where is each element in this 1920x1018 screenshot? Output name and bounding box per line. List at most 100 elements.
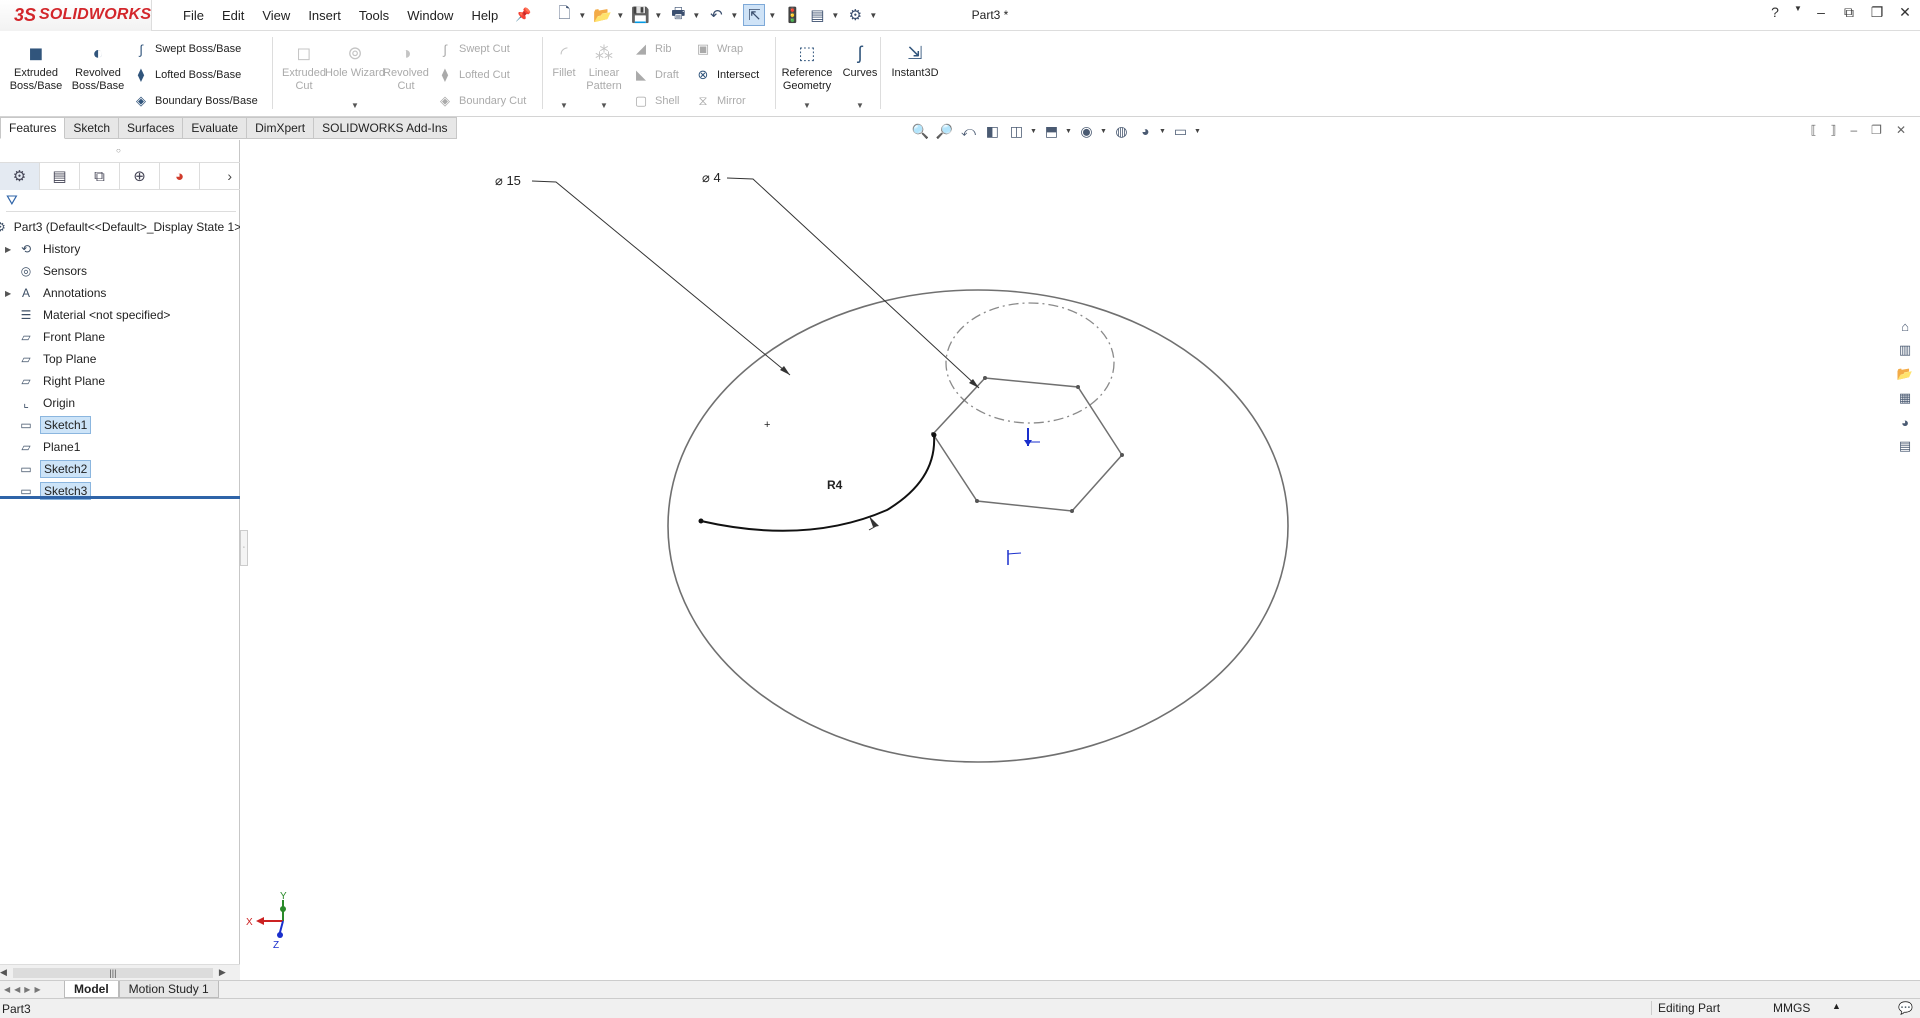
reference-geometry-button[interactable]: ⬚ Reference Geometry bbox=[776, 41, 838, 93]
instant3d-button[interactable]: ⇲ Instant3D bbox=[884, 41, 946, 80]
display-style-icon[interactable]: ◉ bbox=[1076, 121, 1097, 141]
hexagon-vertex[interactable] bbox=[983, 376, 987, 380]
rib-button[interactable]: ◢ Rib bbox=[632, 39, 672, 59]
undo-icon[interactable]: ↶ bbox=[705, 4, 727, 26]
hexagon-vertex[interactable] bbox=[1070, 509, 1074, 513]
tree-item-plane1[interactable]: ▱ Plane1 bbox=[0, 436, 240, 458]
lofted-cut-button[interactable]: ⧫ Lofted Cut bbox=[436, 65, 510, 85]
menu-window[interactable]: Window bbox=[398, 0, 462, 31]
viewport-back-icon[interactable]: ⟦ bbox=[1811, 123, 1817, 137]
rollback-bar[interactable] bbox=[0, 496, 240, 499]
expand-arrow-icon[interactable]: ▶ bbox=[5, 245, 17, 254]
solidworks-resources-icon[interactable]: ⌂ bbox=[1894, 316, 1916, 336]
shell-button[interactable]: ▢ Shell bbox=[632, 91, 680, 111]
open-dropdown-icon[interactable]: ▼ bbox=[616, 11, 626, 20]
swept-boss-button[interactable]: ∫ Swept Boss/Base bbox=[132, 39, 241, 59]
tree-item-top-plane[interactable]: ▱ Top Plane bbox=[0, 348, 240, 370]
tree-filter-icon[interactable]: ⛛ bbox=[6, 192, 236, 212]
file-explorer-icon[interactable]: 📂 bbox=[1894, 364, 1916, 384]
tile-icon[interactable]: ⧉ bbox=[1840, 4, 1858, 21]
edit-appearance-icon[interactable]: ◕ bbox=[1135, 121, 1156, 141]
select-cursor-icon[interactable]: ⇱ bbox=[743, 4, 766, 26]
pattern-dropdown-icon[interactable]: ▼ bbox=[600, 101, 608, 110]
file-properties-dropdown-icon[interactable]: ▼ bbox=[831, 11, 841, 20]
menu-insert[interactable]: Insert bbox=[299, 0, 350, 31]
scroll-thumb[interactable]: ||| bbox=[12, 967, 213, 978]
revolved-cut-button[interactable]: ◑ Revolved Cut bbox=[376, 41, 436, 93]
units-dropdown-icon[interactable]: ▲ bbox=[1832, 1001, 1841, 1011]
hexagon-vertex[interactable] bbox=[1076, 385, 1080, 389]
status-chat-icon[interactable]: 💬 bbox=[1898, 1001, 1913, 1015]
tab-dimxpert[interactable]: DimXpert bbox=[247, 117, 315, 139]
close-icon[interactable]: ✕ bbox=[1896, 4, 1914, 21]
options-dropdown-icon[interactable]: ▼ bbox=[869, 11, 879, 20]
wrap-button[interactable]: ▣ Wrap bbox=[694, 39, 743, 59]
print-dropdown-icon[interactable]: ▼ bbox=[692, 11, 702, 20]
boundary-boss-button[interactable]: ◈ Boundary Boss/Base bbox=[132, 91, 258, 111]
select-dropdown-icon[interactable]: ▼ bbox=[768, 11, 778, 20]
tree-item-front-plane[interactable]: ▱ Front Plane bbox=[0, 326, 240, 348]
options-gear-icon[interactable]: ⚙ bbox=[844, 4, 866, 26]
scroll-right-icon[interactable]: ▶ bbox=[219, 967, 226, 978]
section-view-icon[interactable]: ◧ bbox=[982, 121, 1003, 141]
zoom-to-area-icon[interactable]: 🔎 bbox=[934, 121, 955, 141]
linear-pattern-button[interactable]: ⁂ Linear Pattern bbox=[574, 41, 634, 93]
curves-button[interactable]: ʃ Curves bbox=[830, 41, 890, 80]
sketch-canvas[interactable]: ⌀ 15 ⌀ 4 R4 + Y X Z bbox=[242, 140, 1920, 980]
viewport-restore-icon[interactable]: ❐ bbox=[1871, 123, 1882, 137]
file-properties-icon[interactable]: ▤ bbox=[806, 4, 828, 26]
view-orientation-dropdown-icon[interactable]: ▼ bbox=[1065, 128, 1073, 135]
tab-features[interactable]: Features bbox=[0, 117, 66, 139]
undo-dropdown-icon[interactable]: ▼ bbox=[730, 11, 740, 20]
scene-dropdown-icon[interactable]: ▼ bbox=[1194, 128, 1202, 135]
revolved-boss-button[interactable]: ◐ Revolved Boss/Base bbox=[68, 41, 128, 93]
appearances-icon[interactable]: ◕ bbox=[1894, 412, 1916, 432]
graphics-area[interactable]: ⌀ 15 ⌀ 4 R4 + Y X Z ⌂ ▥ 📂 ▦ ◕ ▤ bbox=[242, 140, 1920, 980]
view-orientation-icon[interactable]: ⬒ bbox=[1041, 121, 1062, 141]
tab-add-ins[interactable]: SOLIDWORKS Add-Ins bbox=[314, 117, 457, 139]
solidworks-logo[interactable]: 3S SOLIDWORKS bbox=[0, 0, 152, 31]
curves-dropdown-icon[interactable]: ▼ bbox=[856, 101, 864, 110]
display-style-dropdown-icon[interactable]: ▼ bbox=[1100, 128, 1108, 135]
tree-item-right-plane[interactable]: ▱ Right Plane bbox=[0, 370, 240, 392]
dimension-diameter-15[interactable]: ⌀ 15 bbox=[495, 173, 521, 188]
expand-arrow-icon[interactable]: ▶ bbox=[5, 289, 17, 298]
display-manager-icon[interactable]: ◕ bbox=[160, 162, 200, 190]
tree-item-annotations[interactable]: ▶ A Annotations bbox=[0, 282, 240, 304]
apply-scene-icon[interactable]: ▭ bbox=[1170, 121, 1191, 141]
new-document-icon[interactable]: 🗋 bbox=[553, 4, 575, 26]
menu-help[interactable]: Help bbox=[462, 0, 507, 31]
menu-tools[interactable]: Tools bbox=[350, 0, 398, 31]
hide-show-items-icon[interactable]: ◍ bbox=[1111, 121, 1132, 141]
print-icon[interactable]: 🖶 bbox=[667, 4, 689, 26]
dynamic-annotation-dropdown-icon[interactable]: ▼ bbox=[1030, 128, 1038, 135]
tree-item-sensors[interactable]: ◎ Sensors bbox=[0, 260, 240, 282]
extruded-boss-button[interactable]: ◼ Extruded Boss/Base bbox=[6, 41, 66, 93]
arc-endpoint[interactable] bbox=[931, 432, 937, 438]
configuration-manager-icon[interactable]: ⧉ bbox=[80, 162, 120, 190]
menu-file[interactable]: File bbox=[174, 0, 213, 31]
tab-sketch[interactable]: Sketch bbox=[65, 117, 120, 139]
dimension-diameter-4[interactable]: ⌀ 4 bbox=[702, 170, 721, 185]
hole-wizard-dropdown-icon[interactable]: ▼ bbox=[351, 101, 359, 110]
outer-circle[interactable] bbox=[667, 289, 1289, 763]
tab-evaluate[interactable]: Evaluate bbox=[183, 117, 248, 139]
viewport-close-icon[interactable]: ✕ bbox=[1896, 123, 1906, 137]
tree-root-part[interactable]: ⚙ Part3 (Default<<Default>_Display State… bbox=[0, 216, 240, 238]
r4-arc[interactable] bbox=[700, 434, 936, 532]
tab-model[interactable]: Model bbox=[64, 981, 119, 998]
hexagon-vertex[interactable] bbox=[975, 499, 979, 503]
fillet-dropdown-icon[interactable]: ▼ bbox=[560, 101, 568, 110]
zoom-to-fit-icon[interactable]: 🔍 bbox=[910, 121, 931, 141]
viewport-minimize-icon[interactable]: – bbox=[1850, 123, 1857, 137]
draft-button[interactable]: ◣ Draft bbox=[632, 65, 679, 85]
panel-grip-icon[interactable]: ○ bbox=[116, 146, 121, 155]
units-selector[interactable]: MMGS bbox=[1773, 1001, 1810, 1015]
new-dropdown-icon[interactable]: ▼ bbox=[578, 11, 588, 20]
feature-manager-tree-icon[interactable]: ⚙ bbox=[0, 162, 40, 190]
intersect-button[interactable]: ⊗ Intersect bbox=[694, 65, 760, 85]
reference-geometry-dropdown-icon[interactable]: ▼ bbox=[803, 101, 811, 110]
menu-view[interactable]: View bbox=[253, 0, 299, 31]
panel-expand-arrow-icon[interactable]: › bbox=[227, 168, 232, 184]
save-icon[interactable]: 💾 bbox=[629, 4, 651, 26]
